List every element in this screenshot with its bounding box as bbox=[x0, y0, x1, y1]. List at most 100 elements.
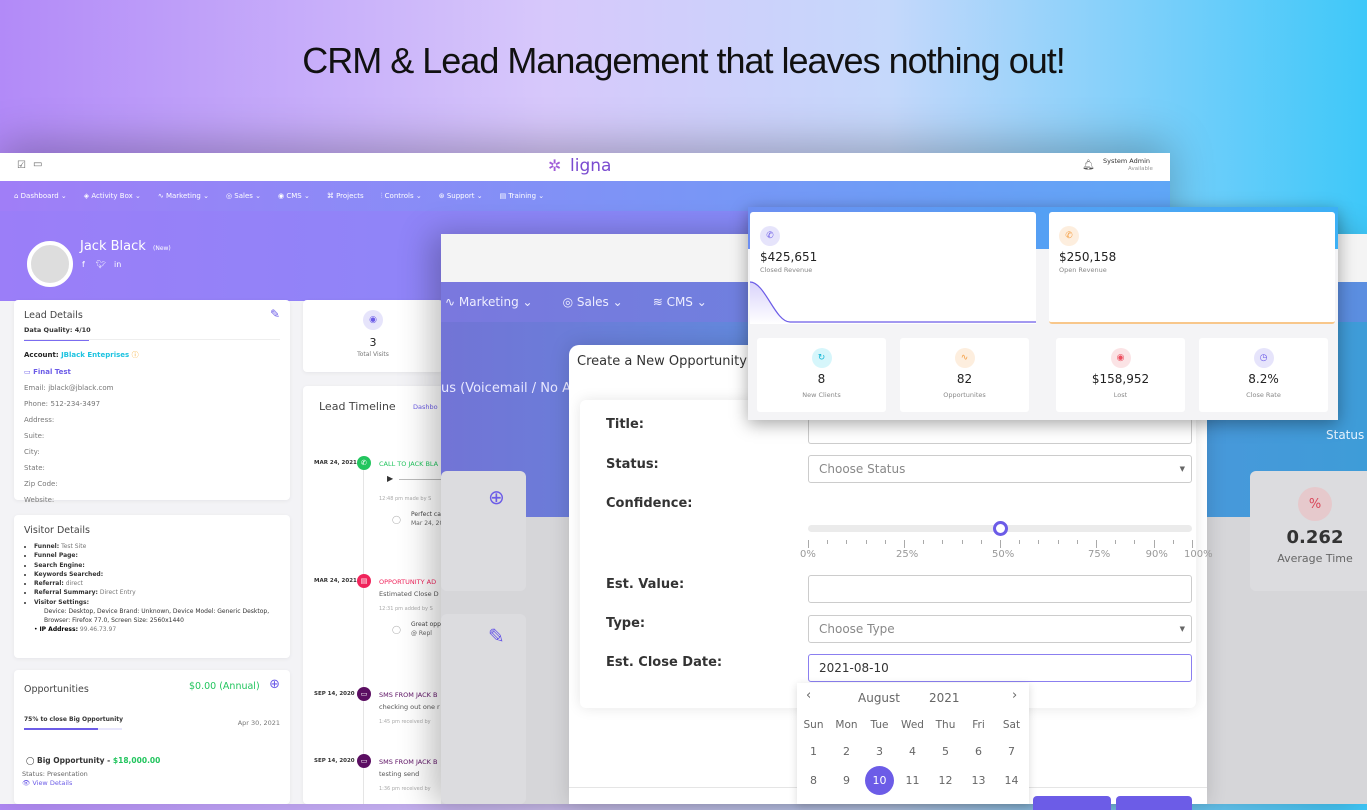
calendar-month[interactable]: August bbox=[858, 691, 900, 705]
twitter-icon[interactable]: 🐦︎ bbox=[96, 260, 106, 269]
weekday-label: Sat bbox=[1002, 719, 1021, 731]
calendar-day[interactable]: 4 bbox=[896, 745, 929, 758]
timeline-title: Lead Timeline bbox=[319, 400, 396, 413]
calendar-day[interactable]: 6 bbox=[962, 745, 995, 758]
weekday-label: Sun bbox=[803, 719, 824, 731]
calendar-day[interactable]: 11 bbox=[896, 774, 929, 795]
lead-timeline-card: Lead Timeline Dashbo MAR 24, 2021 ✆ CALL T… bbox=[303, 386, 459, 804]
folder-link[interactable]: ▭ Final Test bbox=[24, 368, 280, 376]
edit-icon[interactable]: ✎ bbox=[488, 624, 505, 648]
add-icon[interactable]: ⊕ bbox=[488, 485, 505, 509]
cancel-button[interactable] bbox=[1033, 796, 1111, 810]
field-label: City: bbox=[24, 448, 40, 456]
title-label: Title: bbox=[606, 417, 645, 432]
lead-field: State: bbox=[24, 464, 280, 472]
nav-dashboard[interactable]: ⌂ Dashboard ⌄ bbox=[14, 192, 67, 200]
calendar-day-selected[interactable]: 10 bbox=[865, 766, 894, 795]
stat-label: New Clients bbox=[802, 391, 841, 399]
slider-tick-label: 0% bbox=[800, 549, 816, 560]
calendar-day[interactable]: 14 bbox=[995, 774, 1028, 795]
stat-card-opportunites: ∿ 82 Opportunites bbox=[900, 338, 1029, 412]
open-revenue-label: Open Revenue bbox=[1059, 266, 1107, 274]
timeline-event-title[interactable]: OPPORTUNITY AD bbox=[379, 578, 436, 586]
calendar-day[interactable]: 13 bbox=[962, 774, 995, 795]
nav-support[interactable]: ⊛ Support ⌄ bbox=[439, 192, 483, 200]
tasks-icon[interactable]: ☑ bbox=[17, 160, 26, 171]
user-name[interactable]: System Admin bbox=[1103, 157, 1150, 165]
save-button[interactable] bbox=[1116, 796, 1192, 810]
opp-name[interactable]: ◯ Big Opportunity - $18,000.00 bbox=[26, 756, 160, 765]
calendar-day[interactable]: 9 bbox=[830, 774, 863, 795]
folder-icon[interactable]: ▭ bbox=[33, 159, 42, 170]
stat-value: 82 bbox=[956, 372, 973, 386]
stat-label: Lost bbox=[1113, 391, 1128, 399]
timeline-event-icon: ▭ bbox=[357, 754, 371, 768]
timeline-tab-dashboard[interactable]: Dashbo bbox=[413, 403, 438, 411]
ip-value: 99.46.73.97 bbox=[79, 626, 117, 634]
account-link[interactable]: JBlack Enteprises bbox=[61, 351, 129, 359]
nav-marketing[interactable]: ∿ Marketing ⌄ bbox=[445, 295, 533, 309]
status-label: Status: bbox=[606, 457, 659, 472]
visitor-item: Referral Summary: Direct Entry bbox=[34, 588, 280, 597]
closed-revenue-sparkline bbox=[750, 281, 1036, 324]
nav-projects[interactable]: ⌘ Projects bbox=[327, 192, 364, 200]
bell-icon[interactable]: 🔔︎ bbox=[1082, 160, 1095, 171]
status-select[interactable]: Choose Status ▼ bbox=[808, 455, 1192, 483]
nav-marketing[interactable]: ∿ Marketing ⌄ bbox=[158, 192, 209, 200]
add-opportunity-icon[interactable]: ⊕ bbox=[269, 677, 280, 692]
title-input[interactable] bbox=[808, 418, 1192, 444]
calendar-day[interactable]: 1 bbox=[797, 745, 830, 758]
nav-cms[interactable]: ≋ CMS ⌄ bbox=[653, 295, 707, 309]
timeline-event-icon: ✆ bbox=[357, 456, 371, 470]
activity-icon: ∿ bbox=[954, 348, 975, 368]
slider-tick bbox=[904, 540, 905, 548]
confidence-label: Confidence: bbox=[606, 496, 693, 511]
calendar-day[interactable]: 3 bbox=[863, 745, 896, 758]
nav-sales[interactable]: ◎ Sales ⌄ bbox=[226, 192, 261, 200]
nav-training[interactable]: ▤ Training ⌄ bbox=[500, 192, 545, 200]
close-date-input[interactable]: 2021-08-10 bbox=[808, 654, 1192, 682]
lead-field: Phone: 512-234-3497 bbox=[24, 400, 280, 408]
facebook-icon[interactable]: f bbox=[82, 260, 85, 269]
stat-value: 8 bbox=[817, 372, 826, 386]
prev-month-icon[interactable]: ‹ bbox=[806, 688, 811, 703]
nav-controls[interactable]: ⫶ Controls ⌄ bbox=[381, 192, 422, 201]
refresh-icon: ↻ bbox=[811, 348, 832, 368]
nav-cms[interactable]: ◉ CMS ⌄ bbox=[278, 192, 310, 200]
close-progress bbox=[24, 728, 122, 730]
timeline-event-title[interactable]: CALL TO JACK BLA bbox=[379, 460, 438, 468]
visitor-title: Visitor Details bbox=[24, 525, 90, 536]
calendar-day[interactable]: 5 bbox=[929, 745, 962, 758]
field-value: jblack@jblack.com bbox=[48, 384, 114, 392]
note-text: Great opp bbox=[411, 621, 441, 628]
confidence-slider[interactable] bbox=[808, 521, 1192, 536]
timeline-date: MAR 24, 2021 bbox=[314, 578, 357, 584]
weekday-label: Thu bbox=[935, 719, 956, 731]
note-avatar: ◯ bbox=[392, 625, 401, 634]
field-label: Zip Code: bbox=[24, 480, 58, 488]
calendar-year[interactable]: 2021 bbox=[929, 691, 960, 705]
calendar-day[interactable]: 12 bbox=[929, 774, 962, 795]
nav-activity-box[interactable]: ◈ Activity Box ⌄ bbox=[84, 192, 141, 200]
field-label: Suite: bbox=[24, 432, 45, 440]
slider-handle[interactable] bbox=[993, 521, 1008, 536]
value-input[interactable] bbox=[808, 575, 1192, 603]
calendar-day[interactable]: 8 bbox=[797, 774, 830, 795]
play-button[interactable]: ▶ bbox=[387, 474, 393, 483]
edit-icon[interactable]: ✎ bbox=[270, 307, 280, 321]
timeline-event-title[interactable]: SMS FROM JACK B bbox=[379, 691, 437, 699]
type-select[interactable]: Choose Type ▼ bbox=[808, 615, 1192, 643]
slider-tick bbox=[980, 540, 982, 544]
opps-annual: $0.00 (Annual) bbox=[189, 681, 260, 692]
view-details-link[interactable]: 👁︎ View Details bbox=[22, 779, 72, 787]
field-label: Website: bbox=[24, 496, 55, 504]
calendar-day[interactable]: 7 bbox=[995, 745, 1028, 758]
logo[interactable]: ligna bbox=[570, 156, 611, 176]
nav-sales[interactable]: ◎ Sales ⌄ bbox=[563, 295, 623, 309]
calendar-day[interactable]: 2 bbox=[830, 745, 863, 758]
next-month-icon[interactable]: › bbox=[1012, 688, 1017, 703]
linkedin-icon[interactable]: in bbox=[114, 260, 121, 269]
timeline-event-title[interactable]: SMS FROM JACK B bbox=[379, 758, 437, 766]
slider-tick bbox=[1000, 540, 1001, 548]
ip-label: IP Address: bbox=[39, 626, 78, 634]
